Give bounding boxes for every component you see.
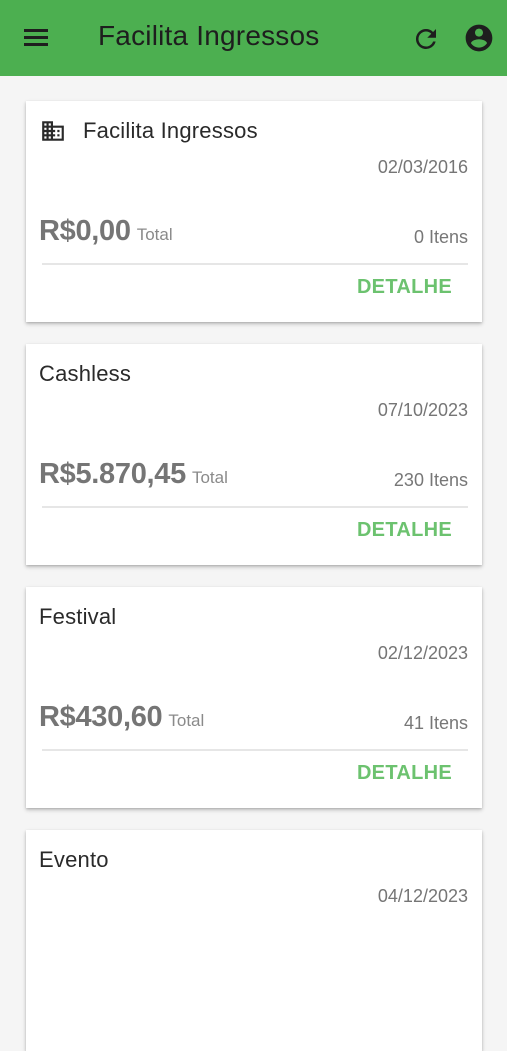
total-label: Total — [191, 468, 228, 487]
items-count: 230 Itens — [394, 470, 468, 491]
event-card: Festival 02/12/2023 R$430,60 Total 41 Ite… — [26, 587, 482, 808]
total-label: Total — [168, 711, 205, 730]
event-name-row: Facilita Ingressos — [39, 118, 258, 144]
total-row: R$0,00 Total — [39, 215, 173, 248]
event-name: Facilita Ingressos — [83, 118, 258, 143]
detail-button[interactable]: DETALHE — [357, 519, 452, 542]
items-count-value: 230 — [393, 470, 424, 490]
event-date: 04/12/2023 — [377, 886, 468, 906]
app-bar: Facilita Ingressos — [0, 0, 507, 76]
refresh-icon[interactable] — [411, 24, 441, 54]
total-row: R$5.870,45 Total — [39, 458, 228, 491]
items-label: Itens — [428, 227, 468, 247]
total-amount: R$5.870,45 — [39, 458, 186, 490]
items-count-value: 41 — [403, 713, 424, 733]
event-name-row: Festival — [39, 604, 116, 630]
detail-button[interactable]: DETALHE — [357, 762, 452, 785]
menu-icon[interactable] — [24, 26, 52, 50]
divider — [42, 749, 468, 751]
total-amount: R$0,00 — [39, 215, 131, 247]
event-name-row: Cashless — [39, 361, 131, 387]
items-count-value: 0 — [413, 227, 424, 247]
event-date: 02/03/2016 — [377, 157, 468, 177]
total-label: Total — [136, 225, 173, 244]
account-circle-icon[interactable] — [463, 22, 495, 54]
event-name: Cashless — [39, 361, 132, 386]
event-card: Facilita Ingressos 02/03/2016 R$0,00 Tot… — [26, 101, 482, 322]
items-label: Itens — [428, 713, 468, 733]
event-card: Evento 04/12/2023 — [26, 830, 482, 1051]
event-card: Cashless 07/10/2023 R$5.870,45 Total 230… — [26, 344, 482, 565]
event-name: Festival — [39, 604, 117, 629]
total-amount: R$430,60 — [39, 701, 163, 733]
building-icon — [42, 121, 64, 141]
items-count: 0 Itens — [414, 227, 468, 248]
app-title: Facilita Ingressos — [98, 20, 320, 51]
items-label: Itens — [428, 470, 468, 490]
divider — [42, 263, 468, 265]
event-date: 07/10/2023 — [377, 400, 468, 420]
divider — [42, 506, 468, 508]
detail-button[interactable]: DETALHE — [357, 276, 452, 299]
event-name-row: Evento — [39, 847, 109, 873]
items-count: 41 Itens — [404, 713, 468, 734]
event-date: 02/12/2023 — [377, 643, 468, 663]
total-row: R$430,60 Total — [39, 701, 204, 734]
event-name: Evento — [39, 847, 109, 872]
